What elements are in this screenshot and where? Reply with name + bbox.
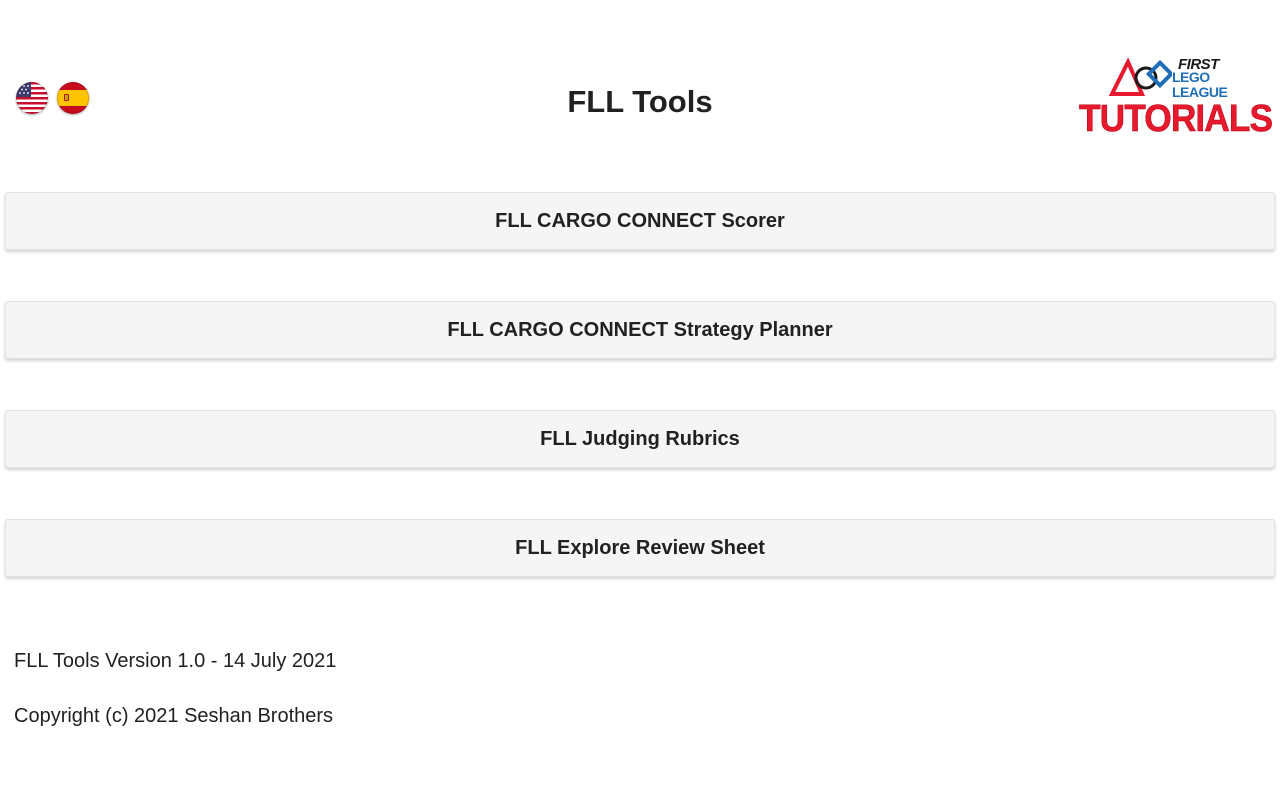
first-lego-league-mark-icon	[1108, 58, 1172, 96]
logo-tutorials-text: TUTORIALS	[1079, 98, 1274, 140]
copyright-text: Copyright (c) 2021 Seshan Brothers	[14, 705, 334, 727]
cargo-connect-scorer-button[interactable]: FLL CARGO CONNECT Scorer	[5, 192, 1275, 250]
page: FLL Tools FIRST LEGO LEAGUE TUTORIALS FL…	[0, 0, 1280, 800]
version-text: FLL Tools Version 1.0 - 14 July 2021	[14, 650, 337, 672]
explore-review-sheet-button[interactable]: FLL Explore Review Sheet	[5, 519, 1275, 577]
header: FLL Tools FIRST LEGO LEAGUE TUTORIALS	[0, 0, 1280, 180]
judging-rubrics-button[interactable]: FLL Judging Rubrics	[5, 410, 1275, 468]
fll-tutorials-logo[interactable]: FIRST LEGO LEAGUE TUTORIALS	[1078, 56, 1274, 142]
logo-league-text: LEAGUE	[1172, 84, 1228, 100]
cargo-connect-strategy-planner-button[interactable]: FLL CARGO CONNECT Strategy Planner	[5, 301, 1275, 359]
logo-lego-text: LEGO	[1172, 69, 1210, 85]
